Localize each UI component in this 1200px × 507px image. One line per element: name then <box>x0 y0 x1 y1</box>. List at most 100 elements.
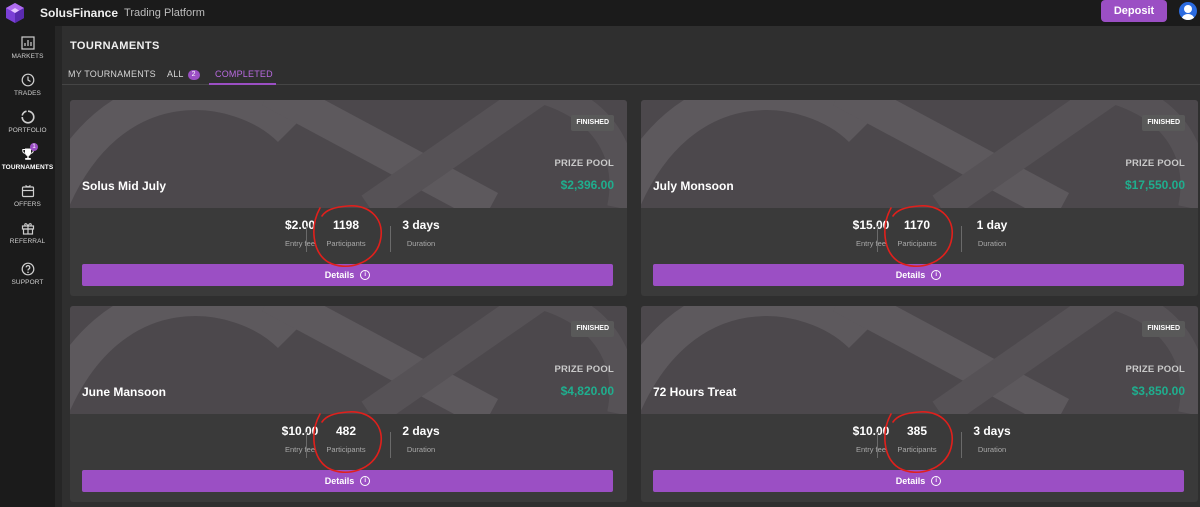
participants-value: 482 <box>335 424 357 438</box>
duration-value: 2 days <box>402 424 440 438</box>
participants-stat: 1170 Participants <box>877 218 957 248</box>
duration-stat: 3 days Duration <box>381 218 461 248</box>
app-name: SolusFinance <box>40 6 119 20</box>
details-button[interactable]: Details i <box>653 470 1184 492</box>
info-icon: i <box>360 270 371 280</box>
sidebar-item-support[interactable]: SUPPORT <box>0 262 55 296</box>
participants-stat: 385 Participants <box>877 424 957 454</box>
app-subtitle: Trading Platform <box>124 7 205 19</box>
duration-stat: 1 day Duration <box>952 218 1032 248</box>
tab-all[interactable]: ALL 2 <box>167 69 200 80</box>
sidebar-item-referral[interactable]: REFERRAL <box>0 221 55 255</box>
status-badge: FINISHED <box>571 115 614 131</box>
info-icon: i <box>931 270 942 280</box>
offers-icon <box>21 184 34 198</box>
sidebar-item-portfolio[interactable]: PORTFOLIO <box>0 110 55 144</box>
status-badge: FINISHED <box>1142 321 1185 337</box>
tournament-stats: $2.00 Entry fee 1198 Participants 3 days Dura… <box>70 208 627 262</box>
prize-pool-label: PRIZE POOL <box>554 364 614 375</box>
active-tab-indicator <box>209 83 276 85</box>
participants-label: Participants <box>897 445 937 454</box>
user-icon <box>1184 5 1192 13</box>
details-button[interactable]: Details i <box>82 470 613 492</box>
participants-label: Participants <box>326 445 366 454</box>
details-label: Details <box>895 476 926 486</box>
prize-pool-value: $4,820.00 <box>560 384 614 398</box>
prize-pool-value: $17,550.00 <box>1124 178 1185 192</box>
sidebar-item-label: PORTFOLIO <box>8 127 47 134</box>
info-icon: i <box>360 476 371 486</box>
sidebar-item-label: MARKETS <box>11 53 44 60</box>
details-button[interactable]: Details i <box>82 264 613 286</box>
duration-label: Duration <box>977 239 1007 248</box>
details-label: Details <box>324 270 355 280</box>
clock-icon <box>21 73 34 87</box>
tab-my-tournaments[interactable]: MY TOURNAMENTS <box>68 69 156 79</box>
info-icon: i <box>931 476 942 486</box>
sidebar-item-markets[interactable]: MARKETS <box>0 36 55 70</box>
card-banner: FINISHED PRIZE POOL $3,850.00 72 Hours Trea… <box>641 306 1198 414</box>
prize-pool-label: PRIZE POOL <box>1125 364 1185 375</box>
status-badge: FINISHED <box>1142 115 1185 131</box>
tab-completed[interactable]: COMPLETED <box>215 69 273 79</box>
card-banner: FINISHED PRIZE POOL $2,396.00 Solus Mid Jul… <box>70 100 627 208</box>
tournament-card: FINISHED PRIZE POOL $17,550.00 July Monsoon… <box>641 100 1198 296</box>
top-bar: SolusFinance Trading Platform Deposit <box>0 0 1200 26</box>
sidebar-item-label: REFERRAL <box>9 238 46 245</box>
tournament-name: Solus Mid July <box>82 179 167 193</box>
participants-stat: 482 Participants <box>306 424 386 454</box>
duration-stat: 3 days Duration <box>952 424 1032 454</box>
duration-value: 1 day <box>976 218 1008 232</box>
sidebar: MARKETS TRADES PORTFOLIO 1 TOURNAMENTS O… <box>0 26 55 507</box>
tab-bar: MY TOURNAMENTS ALL 2 COMPLETED <box>62 66 1200 85</box>
solusfinance-logo-icon[interactable] <box>4 2 26 24</box>
help-icon <box>21 262 34 276</box>
sidebar-item-label: TOURNAMENTS <box>1 164 54 171</box>
prize-pool-value: $3,850.00 <box>1131 384 1185 398</box>
details-label: Details <box>324 476 355 486</box>
participants-label: Participants <box>326 239 366 248</box>
tournament-name: June Mansoon <box>82 385 167 399</box>
participants-value: 385 <box>906 424 928 438</box>
tab-all-label: ALL <box>167 69 184 79</box>
prize-pool-label: PRIZE POOL <box>1125 158 1185 169</box>
sidebar-item-offers[interactable]: OFFERS <box>0 184 55 218</box>
page-title: TOURNAMENTS <box>70 40 160 52</box>
participants-label: Participants <box>897 239 937 248</box>
tournaments-badge: 1 <box>30 143 38 151</box>
deposit-button[interactable]: Deposit <box>1101 0 1167 22</box>
tournament-card: FINISHED PRIZE POOL $2,396.00 Solus Mid Jul… <box>70 100 627 296</box>
main-content: TOURNAMENTS MY TOURNAMENTS ALL 2 COMPLETE… <box>62 26 1200 507</box>
participants-stat: 1198 Participants <box>306 218 386 248</box>
card-banner: FINISHED PRIZE POOL $17,550.00 July Monsoon <box>641 100 1198 208</box>
card-banner: FINISHED PRIZE POOL $4,820.00 June Mansoon <box>70 306 627 414</box>
duration-value: 3 days <box>973 424 1011 438</box>
participants-value: 1170 <box>903 218 931 232</box>
tournament-name: 72 Hours Treat <box>653 385 737 399</box>
sidebar-item-trades[interactable]: TRADES <box>0 73 55 107</box>
duration-stat: 2 days Duration <box>381 424 461 454</box>
gift-icon <box>21 223 34 235</box>
tournament-stats: $10.00 Entry fee 385 Participants 3 days Dura… <box>641 414 1198 468</box>
duration-label: Duration <box>406 445 436 454</box>
tournament-name: July Monsoon <box>653 179 734 193</box>
tournament-stats: $15.00 Entry fee 1170 Participants 1 day Dura… <box>641 208 1198 262</box>
tournament-stats: $10.00 Entry fee 482 Participants 2 days Dura… <box>70 414 627 468</box>
portfolio-icon <box>20 110 35 124</box>
duration-value: 3 days <box>402 218 440 232</box>
duration-label: Duration <box>406 239 436 248</box>
sidebar-item-label: TRADES <box>14 90 41 97</box>
sidebar-item-label: OFFERS <box>14 201 41 208</box>
sidebar-item-tournaments[interactable]: 1 TOURNAMENTS <box>0 143 55 181</box>
tab-all-count: 2 <box>187 70 200 80</box>
status-badge: FINISHED <box>571 321 614 337</box>
participants-value: 1198 <box>332 218 360 232</box>
details-label: Details <box>895 270 926 280</box>
tournament-card: FINISHED PRIZE POOL $3,850.00 72 Hours Trea… <box>641 306 1198 502</box>
details-button[interactable]: Details i <box>653 264 1184 286</box>
avatar[interactable] <box>1179 2 1197 20</box>
duration-label: Duration <box>977 445 1007 454</box>
tournament-card: FINISHED PRIZE POOL $4,820.00 June Mansoon $… <box>70 306 627 502</box>
sidebar-item-label: SUPPORT <box>11 279 44 286</box>
prize-pool-value: $2,396.00 <box>560 178 614 192</box>
